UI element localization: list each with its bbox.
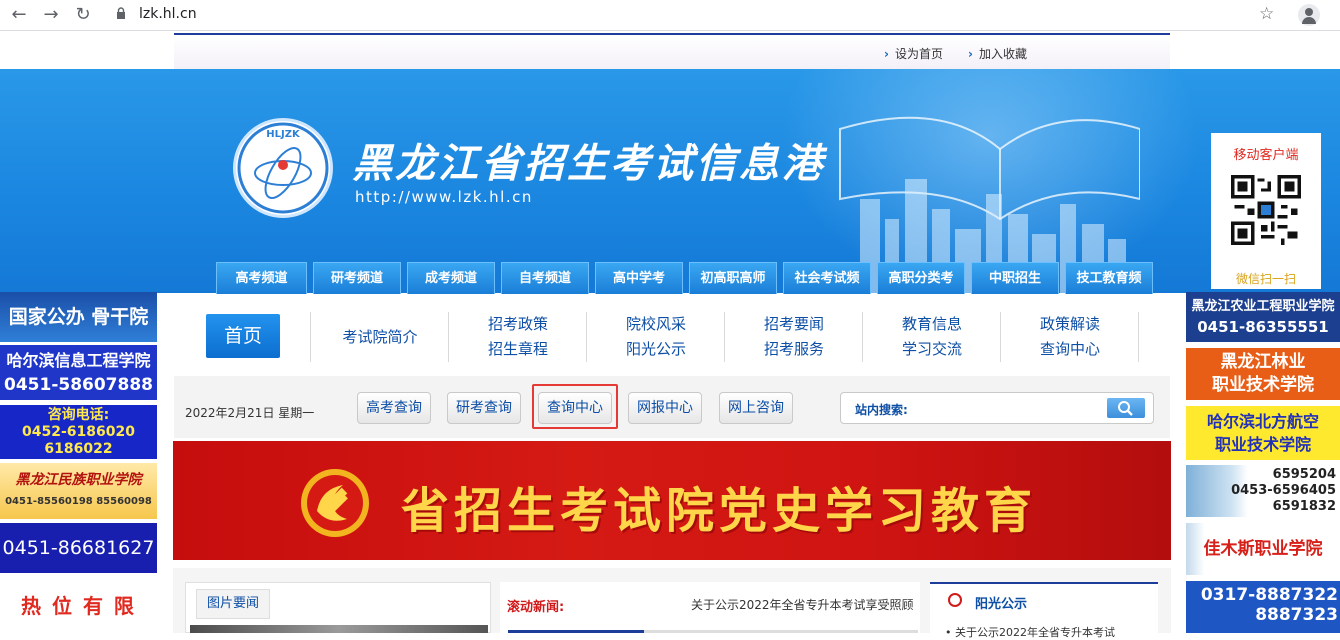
search-label: 站内搜索: xyxy=(855,403,908,417)
sunshine-publicity-item[interactable]: • 关于公示2022年全省专升本考试 xyxy=(945,624,1145,640)
lock-icon xyxy=(117,7,125,19)
party-history-banner[interactable]: 省招生考试院党史学习教育 xyxy=(173,441,1171,560)
tab-gaozhi[interactable]: 初高职高师 xyxy=(689,262,777,294)
nav-link-interpret[interactable]: 政策解读 xyxy=(1001,312,1139,337)
site-search: 站内搜索: xyxy=(840,392,1154,424)
nav-link-charter[interactable]: 招生章程 xyxy=(449,337,587,362)
top-utility-bar: › 设为首页 › 加入收藏 xyxy=(174,33,1170,71)
tab-xuekao[interactable]: 高中学考 xyxy=(595,262,683,294)
site-title: 黑龙江省招生考试信息港 xyxy=(352,140,825,187)
site-header-banner: HLJZK 黑龙江省招生考试信息港 http://www.lzk.hl.cn xyxy=(0,69,1340,293)
tab-jigong[interactable]: 技工教育频道 xyxy=(1065,262,1153,317)
nav-link-education[interactable]: 教育信息 xyxy=(863,312,1001,337)
search-icon xyxy=(1118,401,1133,416)
news-photo[interactable] xyxy=(190,625,488,633)
sunshine-publicity-title[interactable]: 阳光公示 xyxy=(975,593,1027,612)
yankao-query-button[interactable]: 研考查询 xyxy=(447,392,521,424)
nav-schools: 院校风采 阳光公示 xyxy=(587,312,725,362)
nav-link-schools[interactable]: 院校风采 xyxy=(587,312,725,337)
right-ad-1[interactable]: 黑龙江农业工程职业学院 0451-86355551 xyxy=(1186,292,1340,342)
set-home-link[interactable]: › 设为首页 xyxy=(884,45,943,62)
left-ad-1[interactable]: 国家公办 骨干院校 xyxy=(0,292,157,342)
nav-policy: 招考政策 招生章程 xyxy=(449,312,587,362)
online-registration-button[interactable]: 网报中心 xyxy=(628,392,702,424)
query-bar: 2022年2月21日 星期一 高考查询 研考查询 查询中心 网报中心 网上咨询 … xyxy=(174,376,1170,438)
forward-arrow-icon[interactable]: → xyxy=(40,4,62,26)
tab-chengkao[interactable]: 成考频道 xyxy=(407,262,495,294)
online-consult-button[interactable]: 网上咨询 xyxy=(719,392,793,424)
right-ad-2[interactable]: 黑龙江林业 职业技术学院 xyxy=(1186,348,1340,400)
tab-picture-news[interactable]: 图片要闻 xyxy=(196,589,270,619)
back-arrow-icon[interactable]: ← xyxy=(8,4,30,26)
query-center-button[interactable]: 查询中心 xyxy=(538,392,612,424)
browser-toolbar: ← → ↻ lzk.hl.cn ☆ xyxy=(0,0,1340,31)
home-button[interactable]: 首页 xyxy=(206,314,280,358)
gaokao-query-button[interactable]: 高考查询 xyxy=(357,392,431,424)
left-ad-5[interactable]: 0451-86681627 xyxy=(0,523,157,573)
right-ad-4[interactable]: 6595204 0453-6596405 6591832 xyxy=(1186,465,1340,517)
site-url: http://www.lzk.hl.cn xyxy=(355,188,533,206)
left-ad-3[interactable]: 咨询电话: 0452-6186020 6186022 xyxy=(0,405,157,459)
chevron-right-icon: › xyxy=(968,47,973,61)
bookmark-star-icon[interactable]: ☆ xyxy=(1259,4,1274,24)
qr-caption: 微信扫一扫 xyxy=(1235,272,1296,286)
party-banner-text: 省招生考试院党史学习教育 xyxy=(401,483,1038,539)
tab-zhongzhi[interactable]: 中职招生 xyxy=(971,262,1059,294)
svg-text:HLJZK: HLJZK xyxy=(266,129,301,140)
right-ad-3[interactable]: 哈尔滨北方航空 职业技术学院 xyxy=(1186,406,1340,460)
search-button[interactable] xyxy=(1107,398,1145,418)
chevron-right-icon: › xyxy=(884,47,889,61)
channel-tabs: 高考频道 研考频道 成考频道 自考频道 高中学考 初高职高师 社会考试频道 高职… xyxy=(216,262,1153,317)
nav-link-publicity[interactable]: 阳光公示 xyxy=(587,337,725,362)
nav-link-policy[interactable]: 招考政策 xyxy=(449,312,587,337)
main-navigation: 首页 考试院简介 招考政策 招生章程 院校风采 阳光公示 招考要闻 招考服务 教… xyxy=(174,294,1170,377)
right-ad-5[interactable]: 佳木斯职业学院 xyxy=(1186,523,1340,575)
current-date: 2022年2月21日 星期一 xyxy=(185,406,315,420)
nav-link-query-center[interactable]: 查询中心 xyxy=(1001,337,1139,362)
account-avatar-icon[interactable] xyxy=(1298,4,1320,26)
qr-code-icon xyxy=(1231,175,1301,245)
left-ad-2[interactable]: 哈尔滨信息工程学院 0451-58607888 xyxy=(0,345,157,400)
hammer-sickle-icon xyxy=(301,469,369,537)
right-ad-6[interactable]: 0317-8887322 8887323 xyxy=(1186,581,1340,633)
tab-yankao[interactable]: 研考频道 xyxy=(313,262,401,294)
nav-link-news[interactable]: 招考要闻 xyxy=(725,312,863,337)
hljzk-logo: HLJZK xyxy=(233,118,333,218)
tab-gaokao[interactable]: 高考频道 xyxy=(216,262,307,294)
nav-link-exchange[interactable]: 学习交流 xyxy=(863,337,1001,362)
scroll-news-label: 滚动新闻: xyxy=(507,600,565,615)
reload-icon[interactable]: ↻ xyxy=(72,4,94,26)
nav-education: 教育信息 学习交流 xyxy=(863,312,1001,362)
nav-about: 考试院简介 xyxy=(311,325,449,350)
left-ad-4[interactable]: 黑龙江民族职业学院 0451-85560198 85560098 xyxy=(0,463,157,519)
address-bar[interactable]: lzk.hl.cn xyxy=(139,6,197,22)
tab-fenlei[interactable]: 高职分类考试 xyxy=(877,262,965,317)
nav-interpret: 政策解读 查询中心 xyxy=(1001,312,1139,362)
mobile-client-panel[interactable]: 移动客户端 微信扫一扫 xyxy=(1211,133,1321,289)
nav-link-about[interactable]: 考试院简介 xyxy=(311,325,449,350)
logo-emblem-icon: HLJZK xyxy=(237,122,329,214)
target-icon xyxy=(948,593,962,607)
left-ad-6[interactable]: 热 位 有 限 xyxy=(0,580,157,633)
tab-shehui[interactable]: 社会考试频道 xyxy=(783,262,871,317)
search-input[interactable] xyxy=(927,398,1109,420)
nav-news: 招考要闻 招考服务 xyxy=(725,312,863,362)
scroll-news-item[interactable]: 关于公示2022年全省专升本考试享受照顾 xyxy=(691,596,917,613)
tab-zikao[interactable]: 自考频道 xyxy=(501,262,589,294)
add-favorite-link[interactable]: › 加入收藏 xyxy=(968,45,1027,62)
qr-title: 移动客户端 xyxy=(1233,148,1299,163)
nav-link-service[interactable]: 招考服务 xyxy=(725,337,863,362)
